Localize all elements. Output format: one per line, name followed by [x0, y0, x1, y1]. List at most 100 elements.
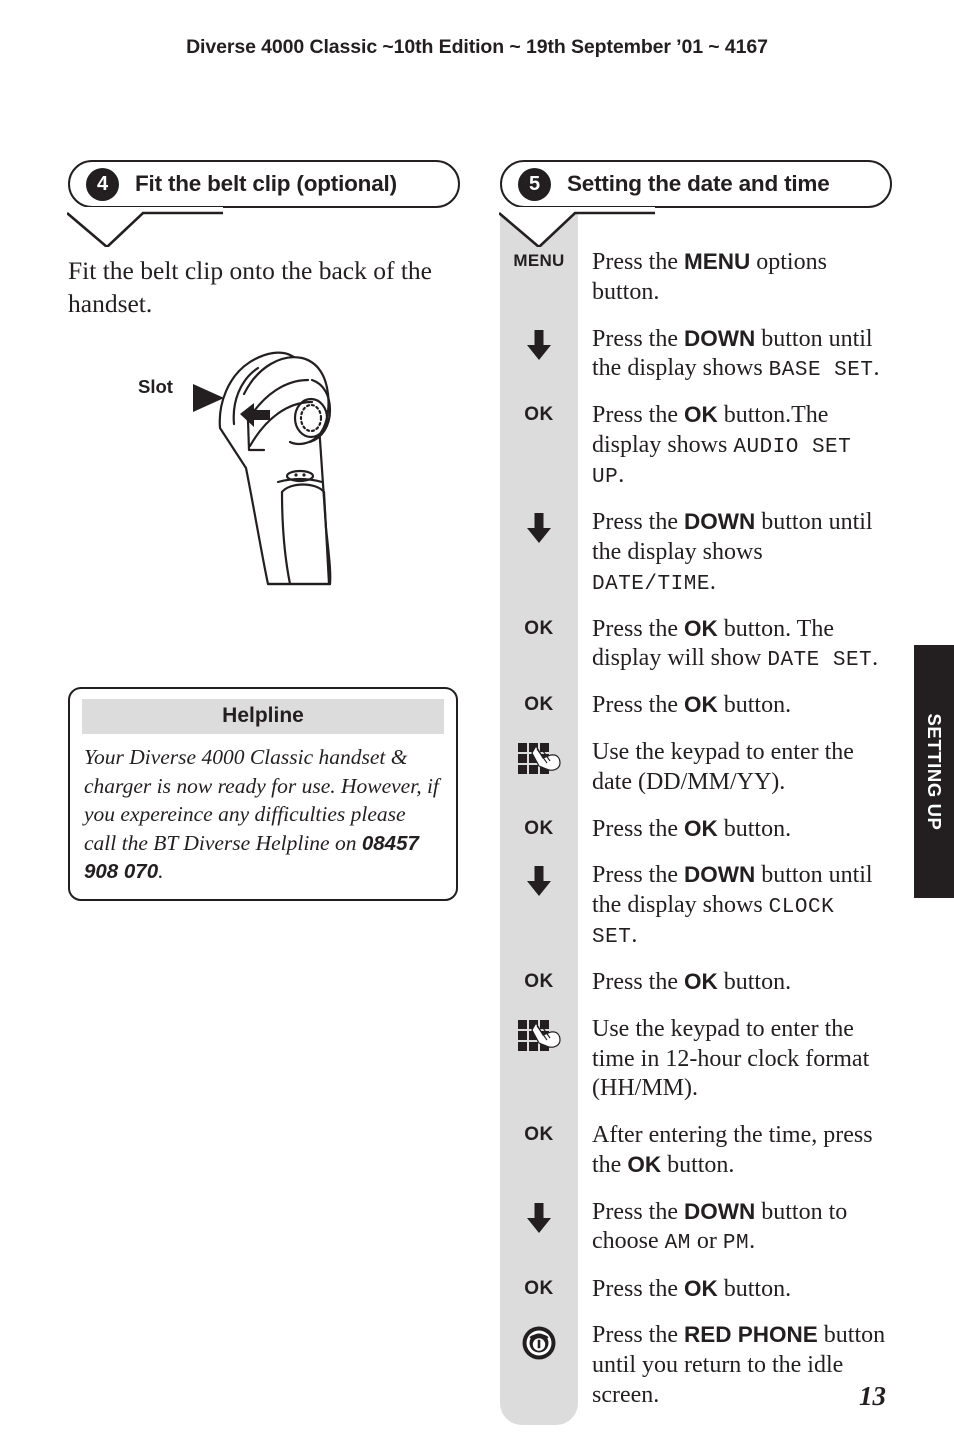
step-list: MENU Press the MENU options button. Press … — [500, 208, 892, 1411]
helpline-text-after: . — [158, 859, 164, 884]
step-instruction: Use the keypad to enter the date (DD/MM/… — [578, 738, 892, 798]
step-button-name: OK — [684, 815, 718, 841]
step-icon-cell — [500, 738, 578, 783]
handset-illustration: Slot — [68, 332, 460, 602]
step-icon-cell: OK — [500, 401, 578, 424]
ok-button-icon: OK — [524, 971, 554, 993]
step-row: OK Press the OK button. — [500, 1275, 892, 1305]
step-row: MENU Press the MENU options button. — [500, 248, 892, 308]
step-text-run: . — [709, 568, 716, 595]
step-instruction: Press the OK button. — [578, 691, 892, 721]
step-text-run: button. — [717, 1275, 792, 1302]
ok-button-icon: OK — [524, 617, 554, 639]
step-instruction: Press the OK button. — [578, 1275, 892, 1305]
step-button-name: OK — [627, 1151, 662, 1177]
step-text-run: Press the — [592, 692, 684, 719]
step-instruction: Press the DOWN button until the display … — [578, 861, 892, 951]
step-text-run: Press the — [592, 1198, 684, 1225]
red-phone-icon — [521, 1325, 557, 1366]
section-header-4: 4 Fit the belt clip (optional) — [67, 160, 460, 247]
section-title: Setting the date and time — [567, 171, 830, 196]
step-icon-cell: OK — [500, 615, 578, 638]
step-icon-cell: OK — [500, 1121, 578, 1144]
step-row: Use the keypad to enter the date (DD/MM/… — [500, 738, 892, 798]
side-tab-label: SETTING UP — [924, 712, 945, 831]
lcd-display-text: AM — [664, 1232, 691, 1256]
step-instruction: Press the OK button. — [578, 968, 892, 998]
down-arrow-icon — [526, 512, 552, 549]
section-number-badge: 4 — [86, 167, 119, 201]
step-button-name: DOWN — [684, 325, 756, 351]
step-text-run: button. — [661, 1151, 735, 1178]
ok-button-icon: OK — [524, 1124, 554, 1146]
ok-button-icon: OK — [524, 404, 554, 426]
step-icon-cell: MENU — [500, 248, 578, 269]
lcd-display-text: DATE/TIME — [592, 572, 710, 596]
steps-wrapper: MENU Press the MENU options button. Press … — [500, 208, 892, 1425]
step-icon-cell: OK — [500, 968, 578, 991]
section-title: Fit the belt clip (optional) — [135, 171, 397, 196]
step-button-name: OK — [684, 969, 718, 995]
section-header-5: 5 Setting the date and time — [499, 160, 892, 247]
down-arrow-icon — [526, 1202, 552, 1239]
handset-back-drawing-icon — [193, 351, 332, 586]
step-icon-cell — [500, 325, 578, 366]
step-text-run: Press the — [592, 862, 684, 889]
section-side-tab: SETTING UP — [914, 645, 954, 898]
left-column: 4 Fit the belt clip (optional) Fit the b… — [67, 160, 460, 602]
step-text-run: Press the — [592, 1275, 684, 1302]
step-text-run: Press the — [592, 509, 684, 536]
step-instruction: Press the OK button. The display will sh… — [578, 615, 892, 675]
running-head: Diverse 4000 Classic ~10th Edition ~ 19t… — [186, 36, 768, 58]
step-text-run: Use the keypad to enter the time in 12-h… — [592, 1015, 870, 1102]
step-icon-cell: OK — [500, 1275, 578, 1298]
section-number-badge: 5 — [518, 167, 551, 201]
step-button-name: OK — [684, 615, 718, 641]
step-row: OK Press the OK button. — [500, 968, 892, 998]
step-instruction: Press the OK button. — [578, 815, 892, 845]
step-instruction: Press the MENU options button. — [578, 248, 892, 308]
step-text-run: Press the — [592, 1322, 684, 1349]
step-instruction: Press the OK button.The display shows AU… — [578, 401, 892, 491]
step-button-name: OK — [684, 402, 718, 428]
step-button-name: MENU — [684, 249, 751, 274]
step-text-run: . — [631, 922, 638, 949]
ok-button-icon: OK — [524, 694, 554, 716]
step-row: Use the keypad to enter the time in 12-h… — [500, 1015, 892, 1104]
step-button-name: RED PHONE — [684, 1322, 818, 1348]
step-icon-cell — [500, 1321, 578, 1366]
ok-button-icon: OK — [524, 1277, 554, 1299]
step-icon-cell: OK — [500, 691, 578, 714]
down-arrow-icon — [526, 329, 552, 366]
step-icon-cell — [500, 1015, 578, 1060]
lead-paragraph: Fit the belt clip onto the back of the h… — [68, 256, 432, 318]
step-row: Press the DOWN button until the display … — [500, 508, 892, 598]
step-button-name: OK — [684, 692, 718, 718]
step-text-run: Press the — [592, 615, 684, 642]
step-text-run: . — [618, 462, 625, 489]
step-row: Press the RED PHONE button until you ret… — [500, 1321, 892, 1410]
step-text-run: or — [690, 1228, 723, 1255]
step-text-run: . — [749, 1228, 756, 1255]
step-button-name: DOWN — [684, 862, 756, 888]
ok-button-icon: OK — [524, 817, 554, 839]
step-row: Press the DOWN button until the display … — [500, 325, 892, 385]
step-icon-cell: OK — [500, 815, 578, 838]
step-row: OK Press the OK button. — [500, 691, 892, 721]
lcd-display-text: PM — [722, 1232, 750, 1256]
step-text-run: Press the — [592, 402, 684, 429]
step-row: Press the DOWN button until the display … — [500, 861, 892, 951]
step-row: Press the DOWN button to choose AM or PM… — [500, 1198, 892, 1258]
step-instruction: Use the keypad to enter the time in 12-h… — [578, 1015, 892, 1104]
step-icon-cell — [500, 861, 578, 902]
menu-button-icon: MENU — [513, 251, 565, 270]
helpline-body: Your Diverse 4000 Classic handset & char… — [82, 743, 444, 886]
step-icon-cell — [500, 508, 578, 549]
step-text-run: button. — [717, 815, 792, 842]
step-instruction: Press the DOWN button until the display … — [578, 508, 892, 598]
step-text-run: Use the keypad to enter the date (DD/MM/… — [592, 739, 854, 795]
step-row: OK After entering the time, press the OK … — [500, 1121, 892, 1181]
step-text-run: button. — [717, 692, 792, 719]
step-row: OK Press the OK button.The display shows … — [500, 401, 892, 491]
helpline-box: Helpline Your Diverse 4000 Classic hands… — [68, 687, 458, 901]
